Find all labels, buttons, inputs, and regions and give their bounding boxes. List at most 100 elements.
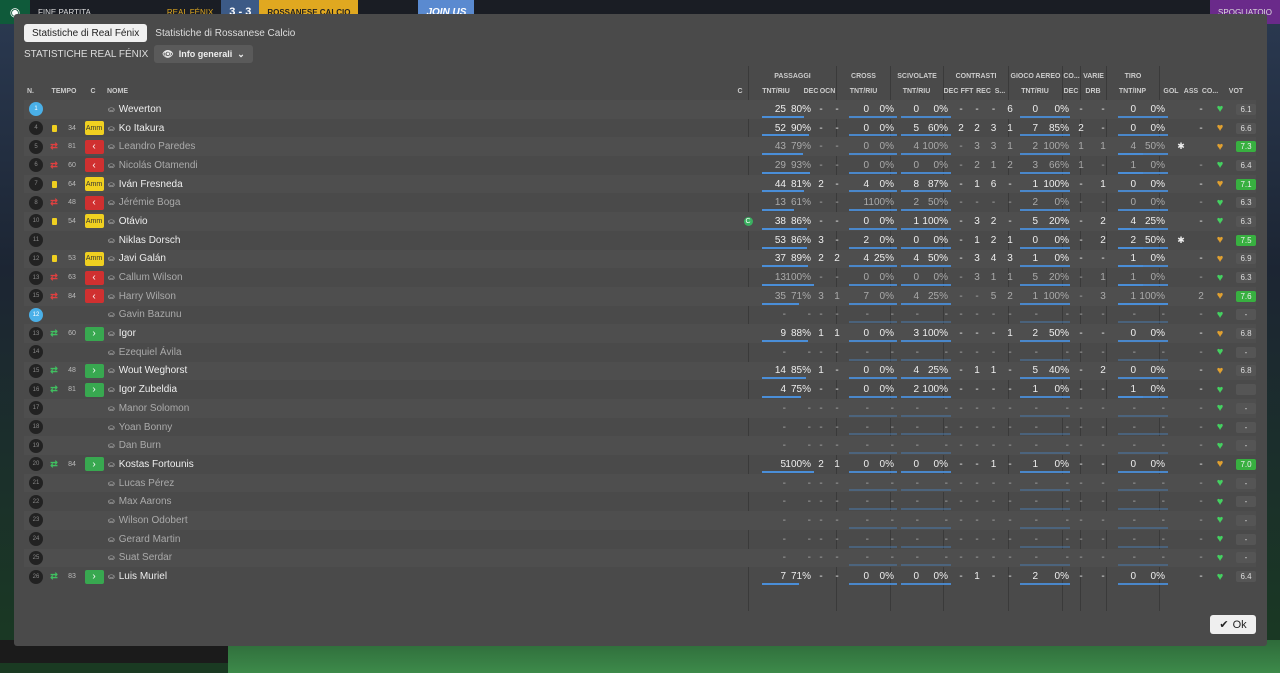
player-name-cell[interactable]: ⛀ Ezequiel Ávila: [108, 343, 308, 362]
header-gol[interactable]: GOL: [1160, 84, 1182, 98]
table-row[interactable]: 21 ⛀ Lucas Pérez - - - - - - - - - - - - - - - - - - - ♥ -: [24, 473, 1256, 493]
table-row[interactable]: 5 ⇄ 81 ‹ ⛀ Leandro Paredes 43 79% - -0 0% 4 100% -3 3 1…: [24, 137, 1256, 157]
header-vot[interactable]: VOT: [1224, 84, 1248, 98]
stat-gol: [1170, 362, 1192, 381]
table-row[interactable]: 16 ⇄ 81 › ⛀ Igor Zubeldia 4 75% - -0 0% 2 100% - - - -1 0…: [24, 380, 1256, 399]
table-row[interactable]: 10 54 Amm ⛀ Otávio C 38 86% - -0 0% 1 100% -3 2-5 20% -2…: [24, 212, 1256, 231]
table-row[interactable]: 18 ⛀ Yoan Bonny - - - - - - - - - - - - - - - - - - - ♥ -: [24, 418, 1256, 437]
header-pass-tnt[interactable]: TNT/RIU: [750, 84, 802, 98]
table-row[interactable]: 13 ⇄ 63 ‹ ⛀ Callum Wilson 13 100% - -0 0% 0 0% -3 1 1 5 2…: [24, 268, 1256, 287]
table-row[interactable]: 14 ⛀ Ezequiel Ávila - - - - - - - - - - - - - - - - - - - ♥ -: [24, 343, 1256, 362]
table-row[interactable]: 23 ⛀ Wilson Odobert - - - - - - - - - - - - - - - - - - - ♥ -: [24, 511, 1256, 530]
rating-cell: -: [1234, 511, 1258, 530]
player-name-cell[interactable]: ⛀ Iván Fresneda: [108, 175, 308, 194]
table-row[interactable]: 13 ⇄ 60 › ⛀ Igor 9 88% 1 1 0 0% 3 100% - - -1 2 50% - -0 0% - ♥…: [24, 324, 1256, 343]
player-name-cell[interactable]: ⛀ Kostas Fortounis: [108, 455, 308, 474]
tackle-bar: [901, 134, 951, 137]
player-name-cell[interactable]: ⛀ Niklas Dorsch: [108, 231, 308, 250]
header-sciv-tnt[interactable]: TNT/RIU: [890, 84, 943, 98]
table-row[interactable]: 8 ⇄ 48 ‹ ⛀ Jérémie Boga 13 61% - -1 100% 2 50% - - - -2 0…: [24, 193, 1256, 212]
header-aer-tnt[interactable]: TNT/RIU: [1008, 84, 1062, 98]
header-co-dec[interactable]: DEC: [1062, 84, 1080, 98]
header-ocn[interactable]: OCN: [819, 84, 836, 98]
player-name-cell[interactable]: ⛀ Leandro Paredes: [108, 137, 308, 156]
aerial-bar: [1020, 526, 1070, 529]
table-row[interactable]: 19 ⛀ Dan Burn - - - - - - - - - - - - - - - - - - - ♥ -: [24, 436, 1256, 456]
table-row[interactable]: 15 ⇄ 48 › ⛀ Wout Weghorst 14 85% 1-0 0% 4 25% -1 1-5 4…: [24, 361, 1256, 381]
player-name-cell[interactable]: ⛀ Wilson Odobert: [108, 511, 308, 530]
header-cont-dec[interactable]: DEC: [943, 84, 959, 98]
header-c[interactable]: C: [86, 84, 100, 98]
table-row[interactable]: 25 ⛀ Suat Serdar - - - - - - - - - - - - - - - - - - - ♥ -: [24, 548, 1256, 568]
table-row[interactable]: 6 ⇄ 60 ‹ ⛀ Nicolás Otamendi 29 93% - -0 0% 0 0% -2 1 2 3…: [24, 156, 1256, 175]
player-name-cell[interactable]: ⛀ Otávio: [108, 212, 308, 231]
player-name-cell[interactable]: ⛀ Lucas Pérez: [108, 474, 308, 493]
player-name-cell[interactable]: ⛀ Gavin Bazunu: [108, 306, 308, 325]
tackle-bar: [901, 227, 951, 230]
player-name-cell[interactable]: ⛀ Nicolás Otamendi: [108, 156, 308, 175]
header-co[interactable]: CO...: [1200, 84, 1220, 98]
stat-p1: -: [782, 421, 786, 433]
table-row[interactable]: 15 ⇄ 84 ‹ ⛀ Harry Wilson 35 71% 3 1 7 0% 4 25% - -5 2 1 10…: [24, 286, 1256, 306]
table-row[interactable]: 24 ⛀ Gerard Martin - - - - - - - - - - - - - - - - - - - ♥ -: [24, 530, 1256, 549]
stat-gol: [1170, 306, 1192, 325]
player-name-cell[interactable]: ⛀ Callum Wilson: [108, 268, 308, 287]
header-tempo[interactable]: TEMPO: [50, 84, 78, 98]
stat-drb: -: [1101, 253, 1105, 265]
table-row[interactable]: 17 ⛀ Manor Solomon - - - - - - - - - - - - - - - - - - - ♥ -: [24, 399, 1256, 418]
table-row[interactable]: 12 53 Amm ⛀ Javi Galán 37 89% 2 2 4 25% 4 50% -3 4 3 1 0%…: [24, 249, 1256, 269]
player-name-cell[interactable]: ⛀ Suat Serdar: [108, 549, 308, 568]
table-row[interactable]: 20 ⇄ 84 › ⛀ Kostas Fortounis 5 100% 2 1 0 0% 0 0% - -1-…: [24, 455, 1256, 474]
player-name-cell[interactable]: ⛀ Yoan Bonny: [108, 418, 308, 437]
view-selector[interactable]: 👁 Info generali ⌄: [154, 45, 253, 63]
table-row[interactable]: 4 34 Amm ⛀ Ko Itakura 52 90% - -0 0% 5 60% 2 2 3 1 7 85% 2…: [24, 119, 1256, 138]
player-name-cell[interactable]: ⛀ Manor Solomon: [108, 399, 308, 418]
table-row[interactable]: 7 64 Amm ⛀ Iván Fresneda 44 81% 2-4 0% 8 87% -1 6-1 1…: [24, 174, 1256, 194]
stat-rec: -: [991, 328, 996, 340]
player-name-cell[interactable]: ⛀ Max Aarons: [108, 492, 308, 511]
player-name-cell[interactable]: ⛀ Gerard Martin: [108, 530, 308, 549]
table-row[interactable]: 22 ⛀ Max Aarons - - - - - - - - - - - - - - - - - - - ♥ -: [24, 492, 1256, 511]
player-name-cell[interactable]: ⛀ Igor: [108, 324, 308, 343]
header-rec[interactable]: REC: [975, 84, 992, 98]
stat-dec: -: [819, 272, 823, 284]
header-nome[interactable]: NOME: [107, 84, 167, 98]
tab-away-stats[interactable]: Statistiche di Rossanese Calcio: [147, 24, 303, 42]
stat-cd: -: [959, 384, 963, 396]
gear-icon[interactable]: ✱: [1174, 231, 1188, 250]
player-name-cell[interactable]: ⛀ Wout Weghorst: [108, 362, 308, 381]
header-c2[interactable]: C: [734, 84, 746, 98]
header-ass[interactable]: ASS: [1182, 84, 1200, 98]
heart-icon: ♥: [1216, 570, 1224, 583]
header-tiro-tnt[interactable]: TNT/INP: [1106, 84, 1159, 98]
player-name-cell[interactable]: ⛀ Harry Wilson: [108, 287, 308, 306]
table-row[interactable]: 11 ⛀ Niklas Dorsch 53 86% 3-2 0% 0 0% -1 2 1 0 0% -2 2 5…: [24, 231, 1256, 250]
stat-s: -: [1008, 178, 1012, 190]
gear-icon[interactable]: ✱: [1174, 137, 1188, 156]
player-name-cell[interactable]: ⛀ Jérémie Boga: [108, 193, 308, 212]
player-name-cell[interactable]: ⛀ Igor Zubeldia: [108, 380, 308, 399]
player-name-cell[interactable]: ⛀ Weverton: [108, 100, 308, 119]
stat-gol: [1170, 380, 1192, 399]
heart-icon: ♥: [1216, 514, 1224, 527]
header-s[interactable]: S...: [992, 84, 1008, 98]
player-name-cell[interactable]: ⛀ Javi Galán: [108, 250, 308, 269]
header-fft[interactable]: FFT: [959, 84, 975, 98]
player-name-cell[interactable]: ⛀ Dan Burn: [108, 436, 308, 455]
stat-gol: [1170, 100, 1192, 119]
player-name-cell[interactable]: ⛀ Luis Muriel: [108, 567, 308, 586]
header-dec[interactable]: DEC: [803, 84, 819, 98]
tab-home-stats[interactable]: Statistiche di Real Fénix: [24, 24, 148, 42]
table-row[interactable]: 1 ⛀ Weverton 25 80% - -0 0% 0 0% - - -6 0 0% - -0 0% - ♥ 6.1: [24, 100, 1256, 119]
player-name-cell[interactable]: ⛀ Ko Itakura: [108, 119, 308, 138]
header-drb[interactable]: DRB: [1080, 84, 1106, 98]
header-cross-tnt[interactable]: TNT/RIU: [837, 84, 890, 98]
stat-rec: -: [991, 496, 996, 508]
stat-cdec: -: [1079, 402, 1083, 414]
heart-icon: ♥: [1216, 439, 1224, 452]
table-row[interactable]: 12 ⛀ Gavin Bazunu - - - - - - - - - - - - - - - - - - - ♥ -: [24, 306, 1256, 325]
header-n[interactable]: N.: [27, 84, 47, 98]
stat-p2: -: [807, 533, 811, 545]
ok-button[interactable]: ✔ Ok: [1210, 615, 1256, 634]
table-row[interactable]: 26 ⇄ 83 › ⛀ Luis Muriel 7 71% - -0 0% 0 0% -1- -2 0% - -0…: [24, 567, 1256, 586]
